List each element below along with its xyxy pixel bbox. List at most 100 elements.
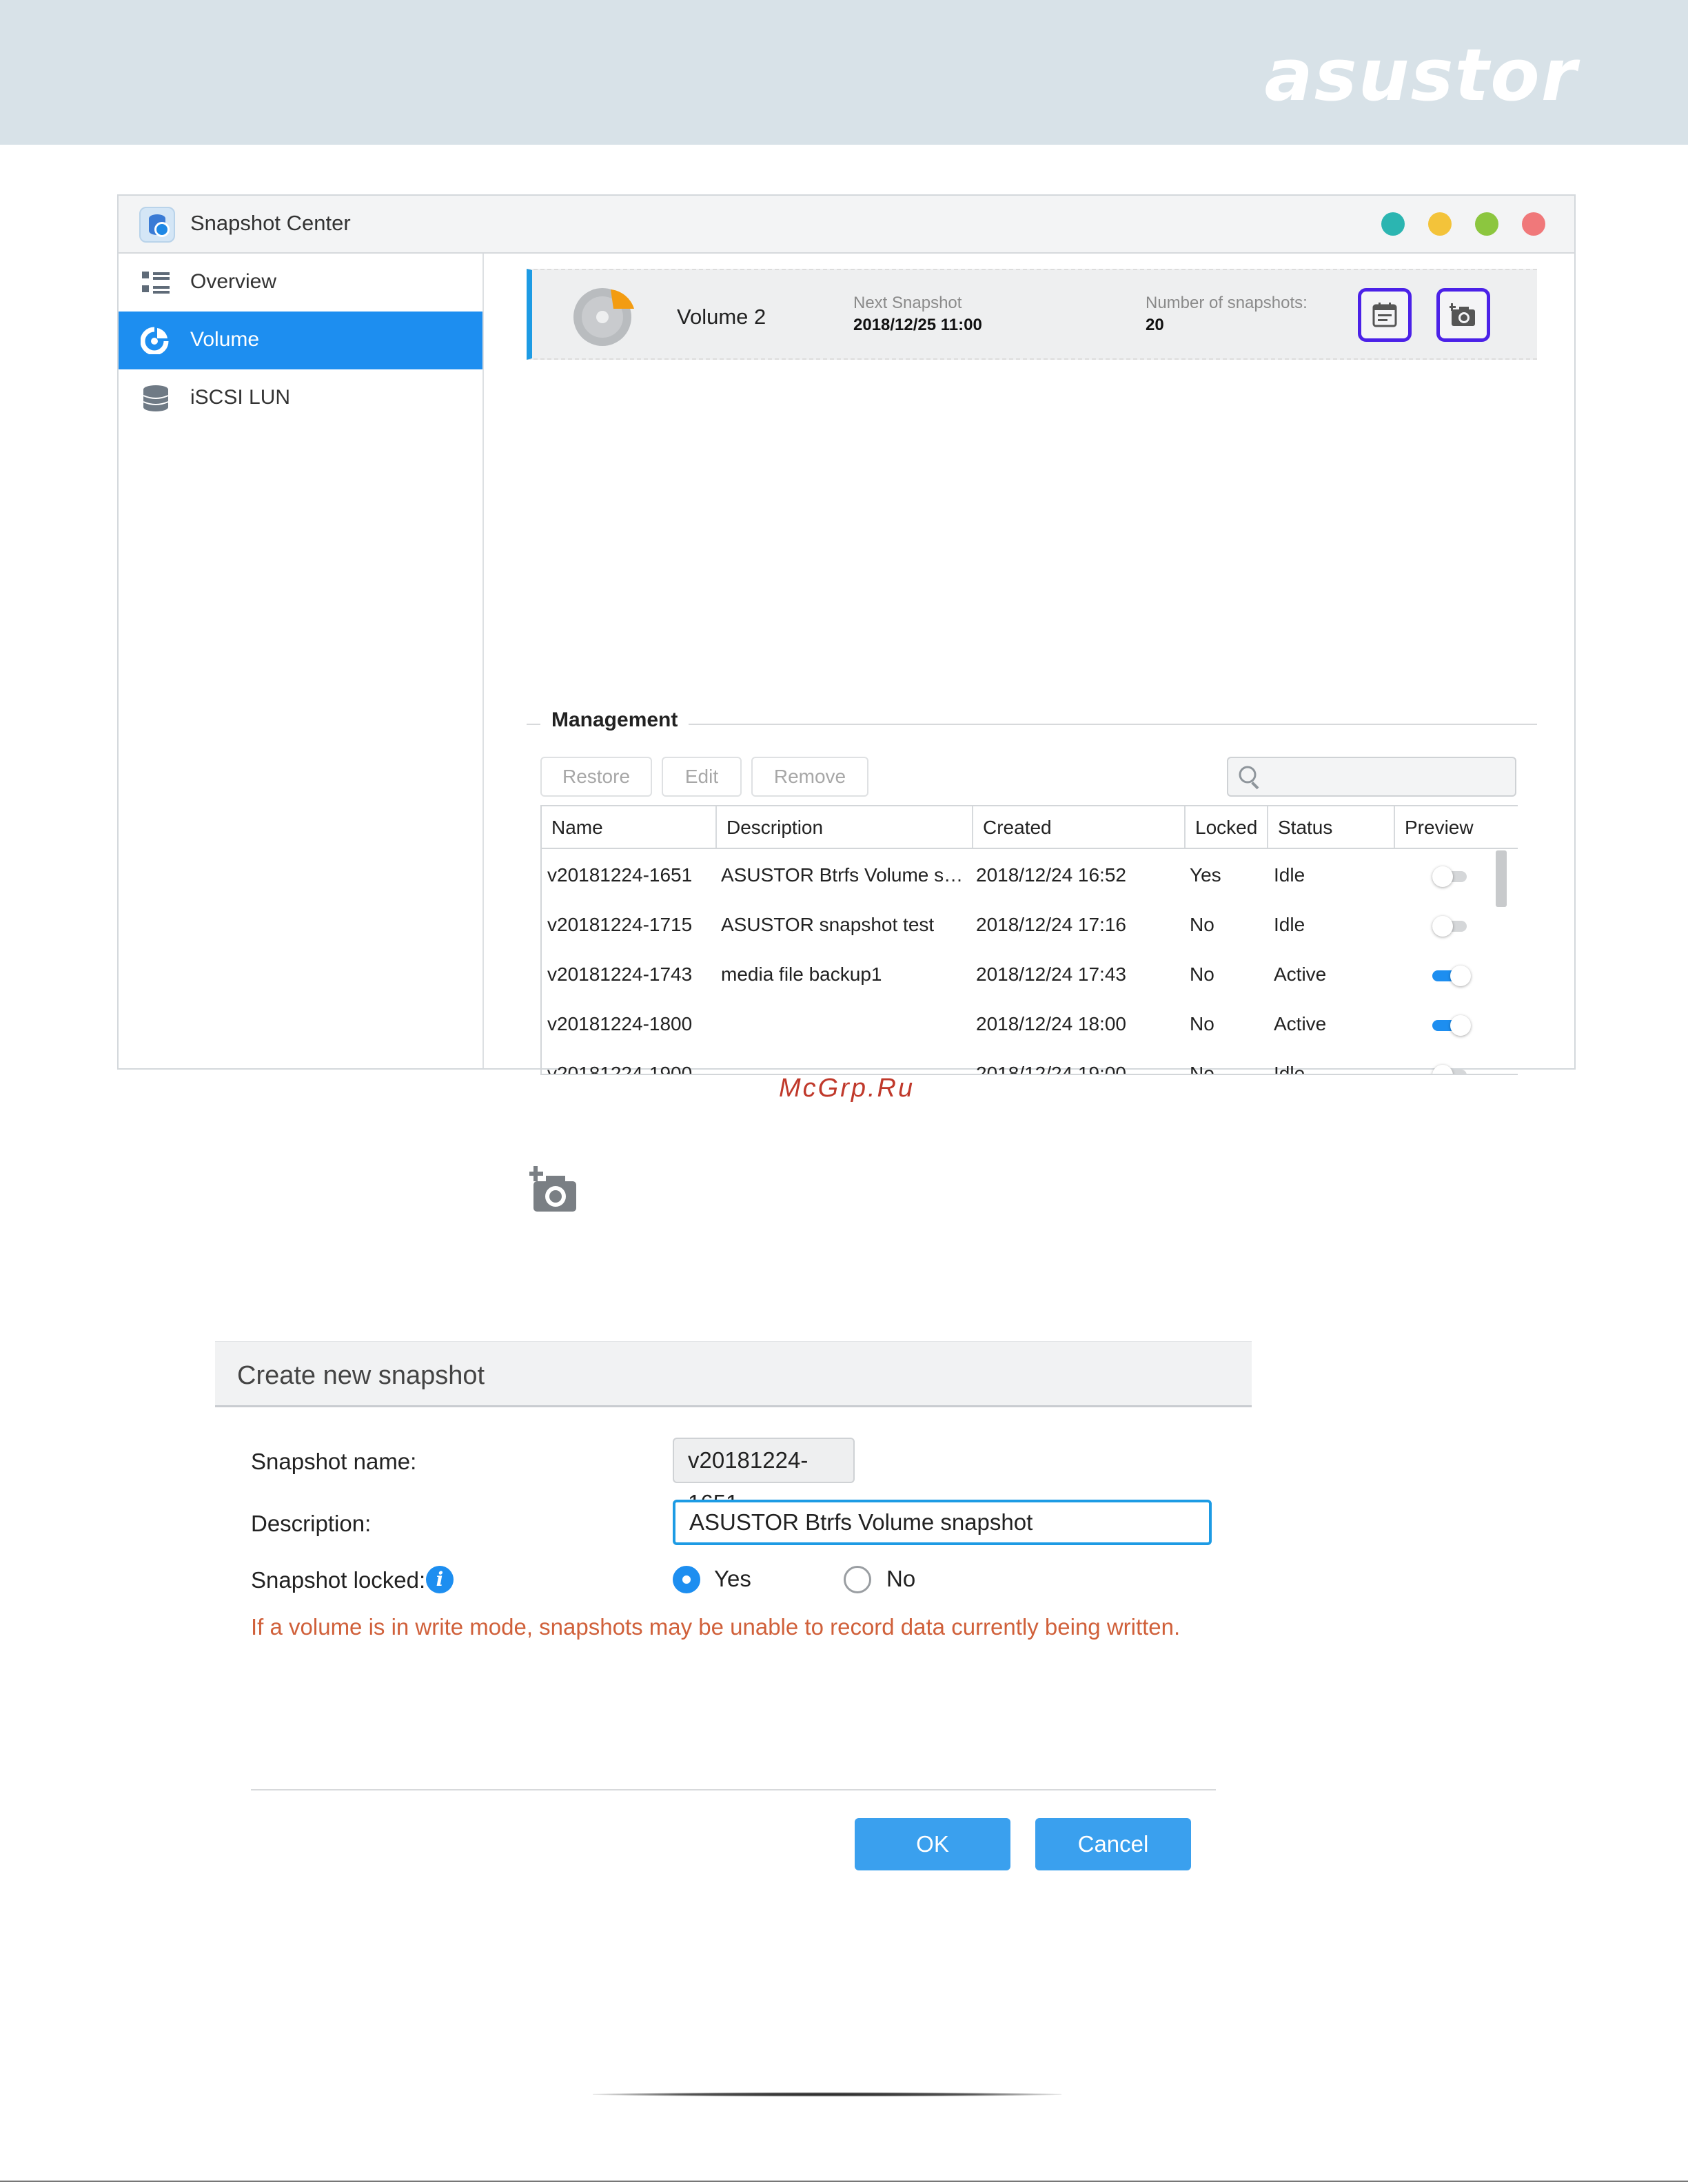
window-maximize-button[interactable] bbox=[1475, 212, 1498, 236]
list-icon bbox=[142, 272, 170, 294]
sidebar-item-overview[interactable]: Overview bbox=[119, 254, 482, 312]
preview-toggle[interactable] bbox=[1432, 966, 1474, 986]
page-header-banner: asustor bbox=[0, 0, 1688, 145]
add-camera-icon bbox=[1450, 303, 1475, 326]
cell-created: 2018/12/24 16:52 bbox=[976, 864, 1126, 886]
description-label: Description: bbox=[251, 1511, 372, 1536]
table-scrollbar[interactable] bbox=[1496, 850, 1507, 907]
column-header-name[interactable]: Name bbox=[542, 806, 715, 848]
column-header-status[interactable]: Status bbox=[1267, 806, 1394, 848]
cell-locked: No bbox=[1190, 963, 1214, 985]
preview-toggle[interactable] bbox=[1432, 1015, 1474, 1036]
add-camera-icon bbox=[529, 1166, 576, 1212]
table-row[interactable]: v20181224-1743 media file backup1 2018/1… bbox=[542, 950, 1518, 999]
volume-card[interactable]: Volume 2 Next Snapshot 2018/12/25 11:00 … bbox=[527, 269, 1537, 360]
cancel-button[interactable]: Cancel bbox=[1035, 1818, 1191, 1870]
snapshot-schedule-button[interactable] bbox=[1358, 288, 1412, 342]
window-minimize-button[interactable] bbox=[1428, 212, 1452, 236]
volume-icon bbox=[141, 327, 169, 354]
cell-description bbox=[721, 1049, 969, 1074]
preview-toggle[interactable] bbox=[1432, 916, 1474, 937]
table-row[interactable]: v20181224-1715 ASUSTOR snapshot test 201… bbox=[542, 900, 1518, 950]
volume-name: Volume 2 bbox=[677, 305, 766, 329]
cell-description: media file backup1 bbox=[721, 963, 882, 985]
description-field[interactable]: ASUSTOR Btrfs Volume snapshot bbox=[673, 1500, 1212, 1545]
volume-usage-disc-icon bbox=[573, 288, 634, 346]
column-header-preview[interactable]: Preview bbox=[1394, 806, 1518, 848]
restore-button[interactable]: Restore bbox=[540, 757, 652, 797]
cell-name: v20181224-1900 bbox=[547, 1063, 693, 1075]
dialog-divider bbox=[251, 1789, 1216, 1790]
column-header-locked[interactable]: Locked bbox=[1184, 806, 1267, 848]
sidebar-item-label: Overview bbox=[190, 270, 277, 293]
edit-button[interactable]: Edit bbox=[662, 757, 742, 797]
snapshot-center-window: Snapshot Center Overview Volume iSCSI LU… bbox=[117, 194, 1576, 1075]
window-close-button[interactable] bbox=[1522, 212, 1545, 236]
sidebar-item-volume[interactable]: Volume bbox=[119, 312, 482, 369]
write-mode-warning: If a volume is in write mode, snapshots … bbox=[251, 1614, 1181, 1640]
cell-status: Idle bbox=[1274, 914, 1305, 935]
locked-yes-radio[interactable] bbox=[673, 1566, 700, 1593]
column-header-description[interactable]: Description bbox=[715, 806, 972, 848]
calendar-icon bbox=[1372, 303, 1397, 327]
column-header-created[interactable]: Created bbox=[972, 806, 1184, 848]
window-title: Snapshot Center bbox=[190, 211, 351, 235]
cell-locked: No bbox=[1190, 1013, 1214, 1034]
snapshot-count-label: Number of snapshots: bbox=[1146, 294, 1308, 312]
snapshot-table: Name Description Created Locked Status P… bbox=[540, 805, 1518, 1075]
sidebar-item-label: iSCSI LUN bbox=[190, 386, 291, 409]
cell-status: Idle bbox=[1274, 1063, 1305, 1075]
window-help-button[interactable] bbox=[1381, 212, 1405, 236]
snapshot-name-field[interactable]: v20181224-1651 bbox=[673, 1438, 855, 1515]
snapshot-center-app-icon bbox=[139, 207, 175, 243]
sidebar-item-iscsi-lun[interactable]: iSCSI LUN bbox=[119, 369, 482, 427]
locked-no-radio[interactable] bbox=[844, 1566, 871, 1593]
cell-created: 2018/12/24 19:00 bbox=[976, 1063, 1126, 1075]
snapshot-search-input[interactable] bbox=[1227, 757, 1516, 797]
remove-button[interactable]: Remove bbox=[751, 757, 868, 797]
dialog-title: Create new snapshot bbox=[237, 1361, 485, 1390]
info-icon[interactable]: i bbox=[426, 1566, 454, 1593]
cell-created: 2018/12/24 18:00 bbox=[976, 1013, 1126, 1034]
cell-created: 2018/12/24 17:16 bbox=[976, 914, 1126, 935]
cell-description: ASUSTOR Btrfs Volume sna... bbox=[721, 864, 969, 886]
snapshot-name-label: Snapshot name: bbox=[251, 1449, 417, 1474]
preview-toggle[interactable] bbox=[1432, 866, 1474, 887]
cell-name: v20181224-1715 bbox=[547, 914, 693, 935]
cell-description: ASUSTOR snapshot test bbox=[721, 914, 935, 935]
cell-status: Active bbox=[1274, 963, 1327, 985]
management-title: Management bbox=[540, 708, 689, 732]
cell-locked: Yes bbox=[1190, 864, 1221, 886]
ok-button[interactable]: OK bbox=[855, 1818, 1010, 1870]
asustor-logo: asustor bbox=[1264, 33, 1578, 117]
cell-description bbox=[721, 999, 969, 1049]
page-bottom-rule bbox=[0, 2181, 1688, 2182]
cell-status: Idle bbox=[1274, 864, 1305, 886]
dialog-header: Create new snapshot bbox=[215, 1341, 1252, 1407]
cell-name: v20181224-1800 bbox=[547, 1013, 693, 1034]
window-titlebar: Snapshot Center bbox=[119, 196, 1574, 254]
cell-name: v20181224-1651 bbox=[547, 864, 693, 886]
cell-name: v20181224-1743 bbox=[547, 963, 693, 985]
preview-toggle[interactable] bbox=[1432, 1065, 1474, 1074]
table-row[interactable]: v20181224-1800 2018/12/24 18:00 No Activ… bbox=[542, 999, 1518, 1049]
take-snapshot-button[interactable] bbox=[1436, 288, 1490, 342]
database-icon bbox=[143, 385, 169, 411]
snapshot-locked-label: Snapshot locked: bbox=[251, 1567, 426, 1593]
table-row[interactable]: v20181224-1651 ASUSTOR Btrfs Volume sna.… bbox=[542, 850, 1518, 900]
footer-decoration bbox=[593, 2092, 1061, 2096]
create-snapshot-dialog: Create new snapshot Snapshot name: v2018… bbox=[215, 1341, 1252, 1892]
locked-no-label[interactable]: No bbox=[886, 1566, 915, 1592]
main-panel: Volume 2 Next Snapshot 2018/12/25 11:00 … bbox=[485, 254, 1574, 1075]
cell-status: Active bbox=[1274, 1013, 1327, 1034]
cell-created: 2018/12/24 17:43 bbox=[976, 963, 1126, 985]
cell-locked: No bbox=[1190, 914, 1214, 935]
table-row[interactable]: v20181224-1900 2018/12/24 19:00 No Idle bbox=[542, 1049, 1518, 1075]
locked-yes-label[interactable]: Yes bbox=[714, 1566, 751, 1592]
snapshot-count-value: 20 bbox=[1146, 316, 1164, 334]
sidebar: Overview Volume iSCSI LUN bbox=[119, 254, 484, 1068]
search-icon bbox=[1239, 766, 1259, 790]
next-snapshot-label: Next Snapshot bbox=[853, 294, 962, 312]
table-header: Name Description Created Locked Status P… bbox=[542, 806, 1518, 849]
sidebar-item-label: Volume bbox=[190, 328, 260, 351]
